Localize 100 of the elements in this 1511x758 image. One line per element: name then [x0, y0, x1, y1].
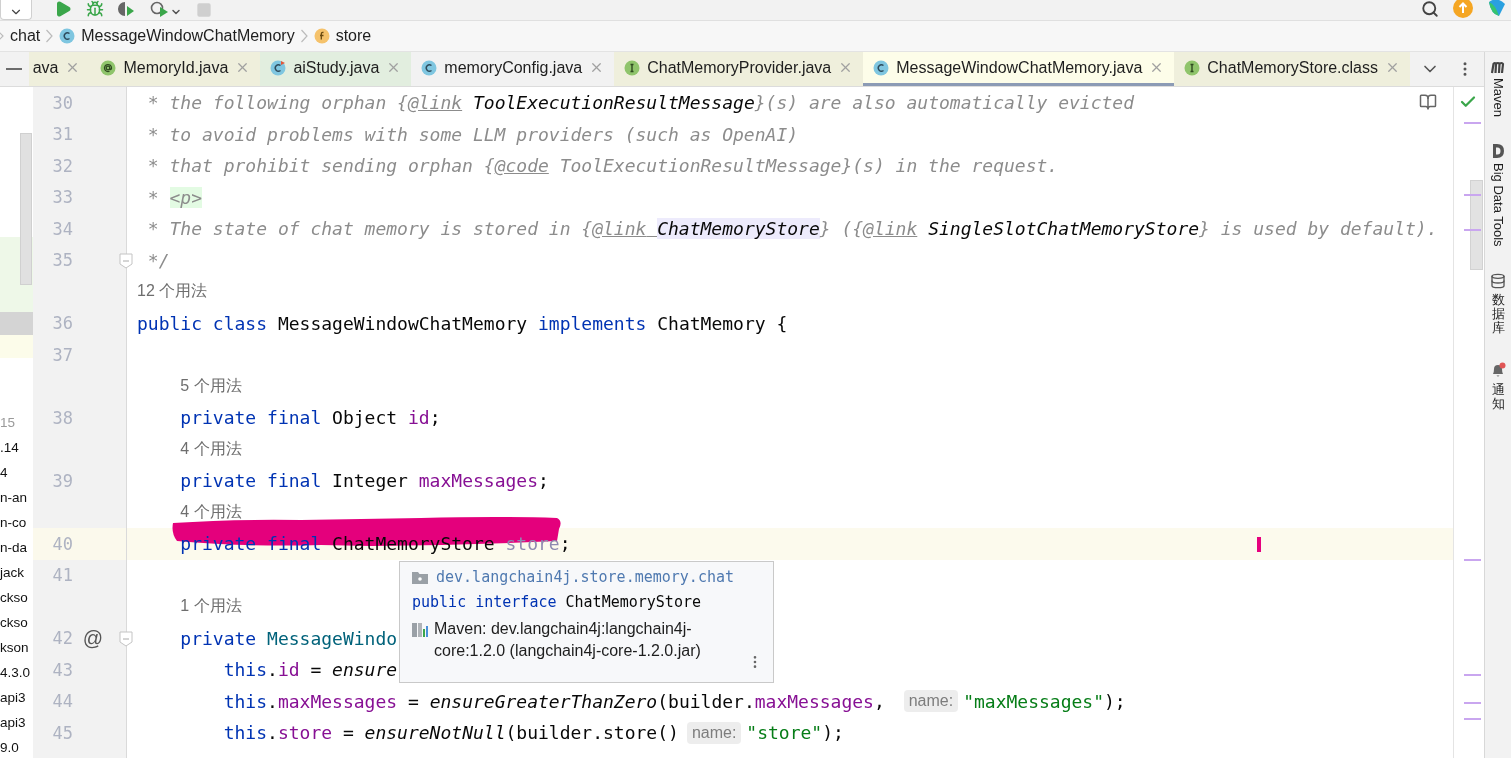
tool-window-label[interactable]: Maven	[1490, 78, 1506, 118]
scroll-marker[interactable]	[1464, 229, 1481, 231]
line-number: 31	[51, 124, 73, 145]
line-number: 32	[51, 155, 73, 176]
separator-icon	[300, 29, 308, 43]
maven-icon	[1490, 60, 1506, 74]
line-number: 30	[51, 92, 73, 113]
package-name: dev.langchain4j.store.memory.chat	[436, 568, 734, 586]
scrollbar-thumb[interactable]	[20, 133, 32, 285]
coverage-icon[interactable]	[118, 0, 136, 18]
tool-window-label[interactable]: Big Data Tools	[1490, 163, 1506, 247]
parameter-hint: name:	[686, 721, 742, 744]
usages-hint[interactable]: 4 个用法	[180, 438, 242, 460]
code-text: "store");	[746, 722, 844, 744]
class-icon	[873, 59, 890, 76]
class-icon	[59, 28, 76, 44]
line-number: 43	[51, 659, 73, 680]
declaration-text: public interface ChatMemoryStore	[412, 593, 702, 611]
editor-tab[interactable]: MemoryId.java	[90, 52, 261, 86]
profiler-icon[interactable]	[150, 0, 170, 18]
app-logo-icon[interactable]	[1487, 0, 1507, 18]
usages-hint[interactable]: 4 个用法	[180, 501, 242, 523]
line-number: 33	[51, 187, 73, 208]
class-icon	[270, 59, 287, 76]
breadcrumb-item[interactable]: store	[335, 27, 372, 45]
usages-hint[interactable]: 12 个用法	[137, 281, 208, 303]
scroll-marker[interactable]	[1464, 702, 1481, 704]
editor-tab[interactable]: MessageWindowChatMemory.java	[863, 52, 1175, 86]
run-icon[interactable]	[54, 0, 72, 18]
editor-tab[interactable]: ChatMemoryProvider.java	[614, 52, 864, 86]
big-data-icon	[1491, 143, 1505, 160]
text-cursor	[1257, 537, 1261, 552]
line-number: 35	[51, 250, 73, 271]
code-text: */	[146, 249, 170, 271]
tree-item[interactable]: 9.0	[0, 740, 19, 755]
line-number: 34	[51, 218, 73, 239]
line-number: 40	[51, 533, 73, 554]
tree-item[interactable]: jack	[0, 565, 24, 580]
database-icon	[1490, 272, 1506, 289]
scroll-marker[interactable]	[1464, 559, 1481, 561]
breadcrumb-item[interactable]: chat	[10, 27, 41, 45]
code-text: this.maxMessages = ensureGreaterThanZero(builder.maxMessages,	[222, 690, 886, 712]
interface-icon	[1184, 59, 1201, 76]
editor-tab[interactable]: ava	[28, 52, 91, 86]
code-text: * <p>	[146, 186, 203, 208]
tree-item[interactable]: api3	[0, 715, 26, 730]
field-icon	[313, 28, 330, 44]
reader-mode-icon[interactable]	[1419, 93, 1437, 111]
code-text: * to avoid problems with some LLM providers (such as OpenAI)	[146, 123, 799, 145]
code-text: "maxMessages");	[963, 690, 1126, 712]
breadcrumb-item[interactable]: MessageWindowChatMemory	[81, 27, 295, 45]
scroll-marker[interactable]	[1464, 194, 1481, 196]
library-icon	[412, 621, 430, 637]
debug-icon[interactable]	[86, 0, 104, 18]
code-text: private final Object id;	[179, 407, 441, 429]
stop-icon[interactable]	[196, 2, 212, 18]
tree-item[interactable]: ckso	[0, 615, 28, 630]
code-text: public class MessageWindowChatMemory implements ChatMemory {	[137, 312, 788, 334]
code-text: * that prohibit sending orphan {@code ToolExecutionResultMessage}(s) in the request.	[146, 155, 1059, 177]
fold-icon[interactable]	[119, 630, 133, 647]
tree-item[interactable]: n-da	[0, 540, 28, 555]
code-text: this.id = ensure	[222, 659, 398, 681]
usages-hint[interactable]: 5 个用法	[180, 375, 242, 397]
code-text: this.store = ensureNotNull(builder.store()	[222, 722, 679, 744]
tool-window-label[interactable]: 数据库	[1491, 292, 1505, 336]
gutter-marker[interactable]: @	[73, 626, 113, 650]
scroll-marker[interactable]	[1464, 674, 1481, 676]
close-icon[interactable]	[1385, 60, 1400, 75]
separator-icon	[46, 29, 54, 43]
line-number: 44	[51, 691, 73, 712]
tree-item[interactable]: n-an	[0, 490, 28, 505]
tree-item[interactable]: api3	[0, 690, 26, 705]
interface-icon	[624, 59, 641, 76]
code-text: private final Integer maxMessages;	[179, 470, 549, 492]
scrollbar-thumb[interactable]	[1470, 180, 1483, 270]
tree-item[interactable]: .14	[0, 440, 19, 455]
scroll-marker[interactable]	[1464, 122, 1481, 124]
tree-item[interactable]: n-co	[0, 515, 27, 530]
tree-item[interactable]: 4	[0, 465, 8, 480]
tree-item[interactable]: ckso	[0, 590, 28, 605]
tree-item[interactable]: kson	[0, 640, 29, 655]
line-number: 39	[51, 470, 73, 491]
line-number: 42	[51, 628, 73, 649]
editor-tab[interactable]: aiStudy.java	[260, 52, 412, 86]
source-text: Maven: dev.langchain4j:langchain4j-core:1.2.0 (langchain4j-core-1.2.0.jar)	[434, 619, 702, 661]
line-number: 36	[51, 313, 73, 334]
tree-item[interactable]: 4.3.0	[0, 665, 31, 680]
tool-window-label[interactable]: 通知	[1491, 382, 1505, 412]
line-number: 45	[51, 722, 73, 743]
editor-tab[interactable]: ChatMemoryStore.class	[1174, 52, 1410, 86]
run-config-dropdown[interactable]	[0, 0, 32, 20]
search-icon[interactable]	[1421, 0, 1439, 18]
scroll-marker[interactable]	[1464, 718, 1481, 720]
update-icon[interactable]	[1453, 0, 1473, 18]
code-text: * The state of chat memory is stored in {@link ChatMemoryStore} ({@link SingleSlotChatMemoryStore} is used by default).	[146, 218, 1438, 240]
code-text: private MessageWindo	[179, 627, 398, 649]
usages-hint[interactable]: 1 个用法	[180, 596, 242, 618]
folder-icon	[412, 570, 428, 584]
parameter-hint: name:	[903, 690, 959, 713]
fold-icon[interactable]	[119, 252, 133, 269]
